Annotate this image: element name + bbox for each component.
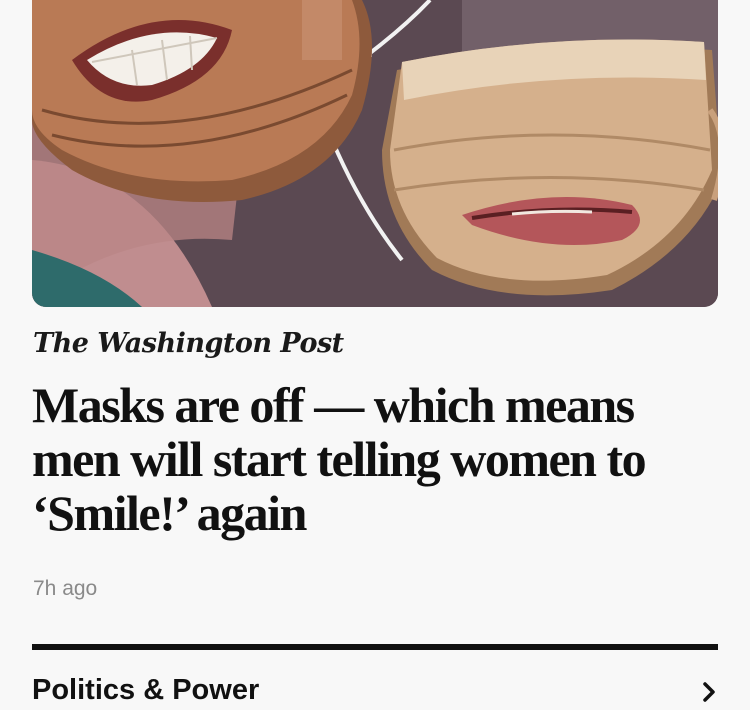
article-headline[interactable]: Masks are off — which means men will sta… bbox=[32, 378, 722, 540]
section-label: Politics & Power bbox=[32, 674, 260, 706]
article-card[interactable]: The Washington Post Masks are off — whic… bbox=[0, 0, 750, 710]
hero-illustration bbox=[32, 0, 718, 307]
hero-image[interactable] bbox=[32, 0, 718, 307]
article-timestamp: 7h ago bbox=[33, 577, 98, 600]
section-link-politics-power[interactable]: Politics & Power bbox=[32, 672, 718, 710]
chevron-right-icon bbox=[703, 682, 715, 702]
section-divider bbox=[32, 644, 718, 650]
publisher-logo: The Washington Post bbox=[33, 328, 344, 359]
